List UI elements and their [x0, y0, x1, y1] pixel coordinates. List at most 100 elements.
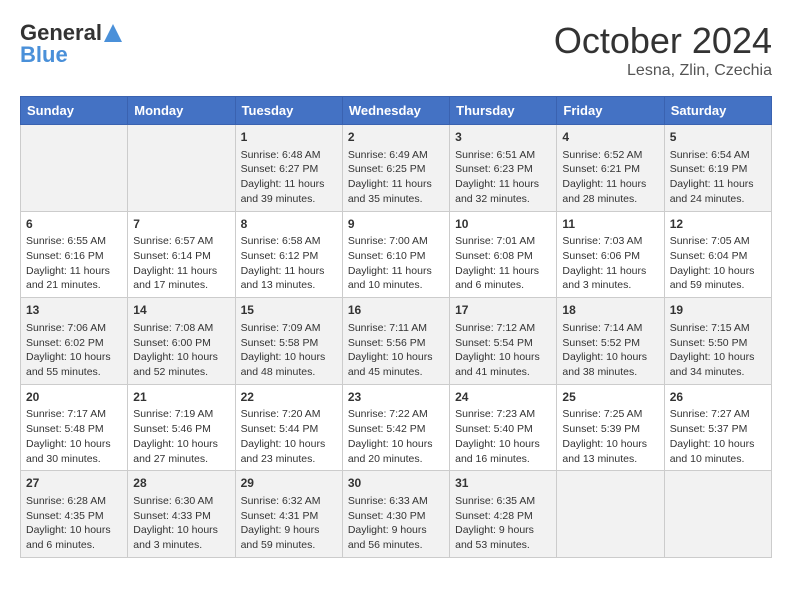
- calendar-cell: 30Sunrise: 6:33 AMSunset: 4:30 PMDayligh…: [342, 471, 449, 558]
- day-info: Sunset: 4:28 PM: [455, 509, 551, 524]
- day-info: Sunset: 6:12 PM: [241, 249, 337, 264]
- logo-triangle-icon: [104, 24, 122, 42]
- calendar-table: SundayMondayTuesdayWednesdayThursdayFrid…: [20, 96, 772, 558]
- day-info: Sunrise: 6:48 AM: [241, 148, 337, 163]
- day-info: Sunrise: 6:58 AM: [241, 234, 337, 249]
- calendar-cell: 4Sunrise: 6:52 AMSunset: 6:21 PMDaylight…: [557, 125, 664, 212]
- calendar-week-row: 20Sunrise: 7:17 AMSunset: 5:48 PMDayligh…: [21, 384, 772, 471]
- day-info: Sunset: 6:21 PM: [562, 162, 658, 177]
- day-info: Sunset: 6:00 PM: [133, 336, 229, 351]
- day-number: 11: [562, 216, 658, 233]
- day-number: 22: [241, 389, 337, 406]
- calendar-cell: 11Sunrise: 7:03 AMSunset: 6:06 PMDayligh…: [557, 211, 664, 298]
- day-info: Sunset: 6:08 PM: [455, 249, 551, 264]
- day-info: Sunrise: 7:17 AM: [26, 407, 122, 422]
- calendar-week-row: 1Sunrise: 6:48 AMSunset: 6:27 PMDaylight…: [21, 125, 772, 212]
- calendar-header-monday: Monday: [128, 97, 235, 125]
- day-number: 20: [26, 389, 122, 406]
- day-number: 4: [562, 129, 658, 146]
- logo: General Blue: [20, 20, 122, 68]
- day-info: Sunrise: 7:20 AM: [241, 407, 337, 422]
- day-number: 13: [26, 302, 122, 319]
- day-info: Sunset: 5:37 PM: [670, 422, 766, 437]
- calendar-cell: 26Sunrise: 7:27 AMSunset: 5:37 PMDayligh…: [664, 384, 771, 471]
- day-number: 19: [670, 302, 766, 319]
- day-info: Daylight: 10 hours and 45 minutes.: [348, 350, 444, 379]
- day-info: Daylight: 10 hours and 3 minutes.: [133, 523, 229, 552]
- calendar-header-thursday: Thursday: [450, 97, 557, 125]
- day-info: Sunset: 5:56 PM: [348, 336, 444, 351]
- day-info: Daylight: 11 hours and 3 minutes.: [562, 264, 658, 293]
- day-info: Sunrise: 6:51 AM: [455, 148, 551, 163]
- calendar-cell: 13Sunrise: 7:06 AMSunset: 6:02 PMDayligh…: [21, 298, 128, 385]
- day-number: 23: [348, 389, 444, 406]
- day-info: Daylight: 11 hours and 39 minutes.: [241, 177, 337, 206]
- calendar-header-tuesday: Tuesday: [235, 97, 342, 125]
- day-info: Daylight: 10 hours and 48 minutes.: [241, 350, 337, 379]
- day-info: Sunrise: 6:55 AM: [26, 234, 122, 249]
- day-number: 26: [670, 389, 766, 406]
- calendar-cell: 9Sunrise: 7:00 AMSunset: 6:10 PMDaylight…: [342, 211, 449, 298]
- day-number: 25: [562, 389, 658, 406]
- day-info: Daylight: 11 hours and 21 minutes.: [26, 264, 122, 293]
- calendar-week-row: 13Sunrise: 7:06 AMSunset: 6:02 PMDayligh…: [21, 298, 772, 385]
- day-number: 9: [348, 216, 444, 233]
- calendar-cell: 24Sunrise: 7:23 AMSunset: 5:40 PMDayligh…: [450, 384, 557, 471]
- day-info: Sunrise: 7:09 AM: [241, 321, 337, 336]
- calendar-cell: 17Sunrise: 7:12 AMSunset: 5:54 PMDayligh…: [450, 298, 557, 385]
- day-info: Sunset: 4:35 PM: [26, 509, 122, 524]
- day-number: 2: [348, 129, 444, 146]
- day-info: Daylight: 11 hours and 32 minutes.: [455, 177, 551, 206]
- day-number: 3: [455, 129, 551, 146]
- day-info: Sunrise: 6:49 AM: [348, 148, 444, 163]
- day-info: Sunrise: 7:23 AM: [455, 407, 551, 422]
- logo-blue: Blue: [20, 42, 68, 68]
- day-number: 16: [348, 302, 444, 319]
- day-number: 10: [455, 216, 551, 233]
- day-info: Sunrise: 6:32 AM: [241, 494, 337, 509]
- day-info: Sunrise: 7:22 AM: [348, 407, 444, 422]
- location: Lesna, Zlin, Czechia: [554, 62, 772, 80]
- day-info: Sunrise: 7:11 AM: [348, 321, 444, 336]
- day-number: 5: [670, 129, 766, 146]
- day-info: Sunrise: 7:05 AM: [670, 234, 766, 249]
- day-info: Sunset: 6:16 PM: [26, 249, 122, 264]
- day-info: Daylight: 10 hours and 55 minutes.: [26, 350, 122, 379]
- calendar-cell: 19Sunrise: 7:15 AMSunset: 5:50 PMDayligh…: [664, 298, 771, 385]
- day-info: Sunrise: 6:52 AM: [562, 148, 658, 163]
- calendar-week-row: 27Sunrise: 6:28 AMSunset: 4:35 PMDayligh…: [21, 471, 772, 558]
- day-number: 12: [670, 216, 766, 233]
- day-info: Sunset: 5:46 PM: [133, 422, 229, 437]
- calendar-cell: 29Sunrise: 6:32 AMSunset: 4:31 PMDayligh…: [235, 471, 342, 558]
- calendar-cell: [21, 125, 128, 212]
- calendar-cell: 21Sunrise: 7:19 AMSunset: 5:46 PMDayligh…: [128, 384, 235, 471]
- page-header: General Blue October 2024 Lesna, Zlin, C…: [20, 20, 772, 80]
- day-number: 21: [133, 389, 229, 406]
- day-info: Daylight: 10 hours and 20 minutes.: [348, 437, 444, 466]
- calendar-cell: 15Sunrise: 7:09 AMSunset: 5:58 PMDayligh…: [235, 298, 342, 385]
- day-number: 6: [26, 216, 122, 233]
- day-info: Daylight: 10 hours and 38 minutes.: [562, 350, 658, 379]
- calendar-header-row: SundayMondayTuesdayWednesdayThursdayFrid…: [21, 97, 772, 125]
- day-number: 1: [241, 129, 337, 146]
- day-number: 7: [133, 216, 229, 233]
- day-number: 29: [241, 475, 337, 492]
- day-info: Daylight: 10 hours and 34 minutes.: [670, 350, 766, 379]
- day-number: 31: [455, 475, 551, 492]
- month-title: October 2024: [554, 20, 772, 62]
- calendar-cell: 27Sunrise: 6:28 AMSunset: 4:35 PMDayligh…: [21, 471, 128, 558]
- calendar-cell: 20Sunrise: 7:17 AMSunset: 5:48 PMDayligh…: [21, 384, 128, 471]
- day-info: Sunrise: 7:08 AM: [133, 321, 229, 336]
- calendar-cell: 22Sunrise: 7:20 AMSunset: 5:44 PMDayligh…: [235, 384, 342, 471]
- day-info: Daylight: 10 hours and 41 minutes.: [455, 350, 551, 379]
- day-info: Daylight: 11 hours and 6 minutes.: [455, 264, 551, 293]
- calendar-cell: 2Sunrise: 6:49 AMSunset: 6:25 PMDaylight…: [342, 125, 449, 212]
- day-info: Sunrise: 6:28 AM: [26, 494, 122, 509]
- day-info: Sunrise: 7:12 AM: [455, 321, 551, 336]
- calendar-cell: 31Sunrise: 6:35 AMSunset: 4:28 PMDayligh…: [450, 471, 557, 558]
- day-info: Sunset: 5:39 PM: [562, 422, 658, 437]
- day-number: 24: [455, 389, 551, 406]
- calendar-cell: 1Sunrise: 6:48 AMSunset: 6:27 PMDaylight…: [235, 125, 342, 212]
- day-info: Sunset: 4:31 PM: [241, 509, 337, 524]
- day-info: Sunset: 6:04 PM: [670, 249, 766, 264]
